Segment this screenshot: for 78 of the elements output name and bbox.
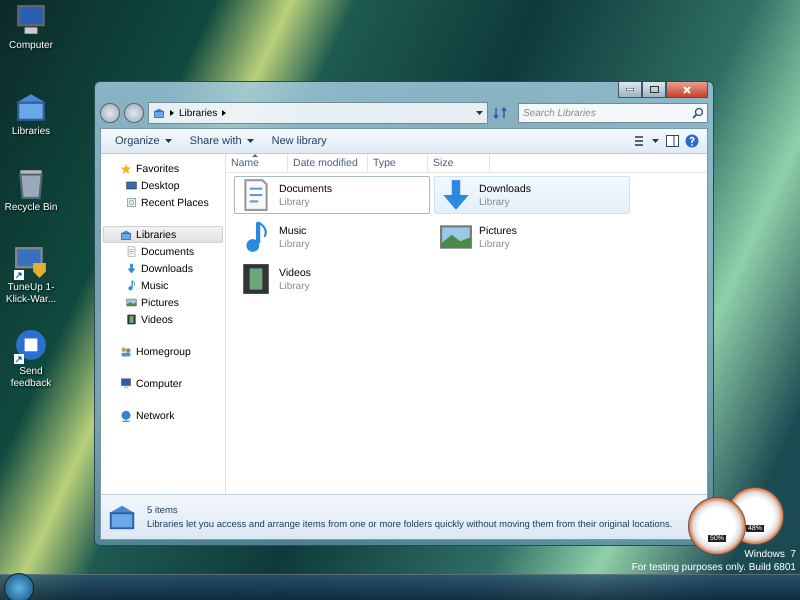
- item-count: 5 items: [147, 504, 179, 516]
- nav-item[interactable]: Downloads: [103, 260, 223, 277]
- library-tile[interactable]: Pictures Library: [434, 218, 630, 256]
- column-header[interactable]: Name: [226, 154, 288, 172]
- nav-item[interactable]: Documents: [103, 243, 223, 260]
- preview-pane-icon[interactable]: [666, 135, 679, 147]
- film-strip-icon: [126, 314, 137, 325]
- desktop-icon-label[interactable]: TuneUp 1-Klick-War...: [0, 282, 62, 306]
- recent-places-icon: [126, 197, 137, 208]
- desktop-icon-label[interactable]: Send feedback: [0, 366, 62, 390]
- library-name: Documents: [279, 182, 332, 194]
- search-field[interactable]: Search Libraries: [518, 103, 708, 123]
- library-type: Library: [479, 238, 511, 250]
- desktop-icon-label[interactable]: Libraries: [12, 126, 50, 138]
- search-icon: [692, 107, 704, 119]
- library-tile[interactable]: Videos Library: [234, 260, 430, 298]
- forward-button[interactable]: [124, 103, 144, 123]
- library-icon: [120, 228, 132, 240]
- nav-item[interactable]: Homegroup: [103, 343, 223, 360]
- sort-arrow-icon: [252, 154, 258, 157]
- toolbar-button[interactable]: Organize: [109, 132, 178, 150]
- network-icon: [120, 410, 132, 422]
- column-header[interactable]: Date modified: [288, 154, 368, 172]
- nav-item[interactable]: Network: [103, 407, 223, 424]
- library-type: Library: [279, 280, 311, 292]
- nav-item[interactable]: Computer: [103, 375, 223, 392]
- refresh-icon[interactable]: [492, 105, 508, 121]
- chevron-icon: [222, 110, 226, 116]
- toolbar-button[interactable]: Share with: [184, 132, 260, 150]
- address-bar[interactable]: Libraries: [148, 102, 488, 124]
- nav-item[interactable]: Desktop: [103, 177, 223, 194]
- breadcrumb[interactable]: Libraries: [179, 108, 218, 118]
- nav-item[interactable]: Libraries: [103, 226, 223, 243]
- nav-item[interactable]: Favorites: [103, 160, 223, 177]
- chevron-icon: [170, 110, 174, 116]
- picture-icon: [126, 297, 137, 308]
- computer-icon: [120, 378, 132, 390]
- library-icon: [153, 107, 165, 119]
- library-tile[interactable]: Music Library: [234, 218, 430, 256]
- down-arrow-icon: [126, 263, 137, 274]
- maximize-button[interactable]: [642, 82, 666, 98]
- nav-item[interactable]: Recent Places: [103, 194, 223, 211]
- column-header[interactable]: Type: [368, 154, 428, 172]
- nav-item[interactable]: Music: [103, 277, 223, 294]
- music-note-icon: [126, 280, 137, 291]
- maximize-icon: [650, 86, 658, 93]
- view-options-icon[interactable]: [634, 135, 660, 147]
- library-name: Music: [279, 224, 308, 236]
- library-type: Library: [279, 238, 310, 250]
- nav-item[interactable]: Pictures: [103, 294, 223, 311]
- library-tile[interactable]: Downloads Library: [434, 176, 630, 214]
- windows-edition: Windows 7: [744, 549, 796, 560]
- desktop-icon-label[interactable]: Computer: [9, 40, 53, 52]
- minimize-icon: [626, 88, 634, 91]
- document-icon: [126, 246, 137, 257]
- help-icon[interactable]: [685, 134, 699, 148]
- library-type: Library: [479, 196, 511, 208]
- toolbar-button[interactable]: New library: [266, 132, 333, 150]
- library-name: Pictures: [479, 224, 517, 236]
- build-notice: For testing purposes only. Build 6801: [632, 562, 796, 573]
- library-description: Libraries let you access and arrange items from one or more folders quickly without moving them from their original locations.: [147, 518, 672, 530]
- close-button[interactable]: [666, 82, 708, 98]
- minimize-button[interactable]: [618, 82, 642, 98]
- caret-icon: [476, 111, 483, 115]
- library-type: Library: [279, 196, 311, 208]
- desktop-icon: [126, 180, 137, 191]
- library-name: Downloads: [479, 182, 531, 194]
- back-button[interactable]: [100, 103, 120, 123]
- monitor-shield-icon: [14, 246, 48, 280]
- library-tile[interactable]: Documents Library: [234, 176, 430, 214]
- library-name: Videos: [279, 266, 311, 278]
- column-header[interactable]: Size: [428, 154, 490, 172]
- nav-item[interactable]: Videos: [103, 311, 223, 328]
- people-icon: [120, 346, 132, 358]
- desktop-icon-label[interactable]: Recycle Bin: [4, 202, 58, 214]
- close-icon: [683, 86, 691, 94]
- star-icon: [120, 162, 132, 174]
- start-button[interactable]: [4, 573, 34, 600]
